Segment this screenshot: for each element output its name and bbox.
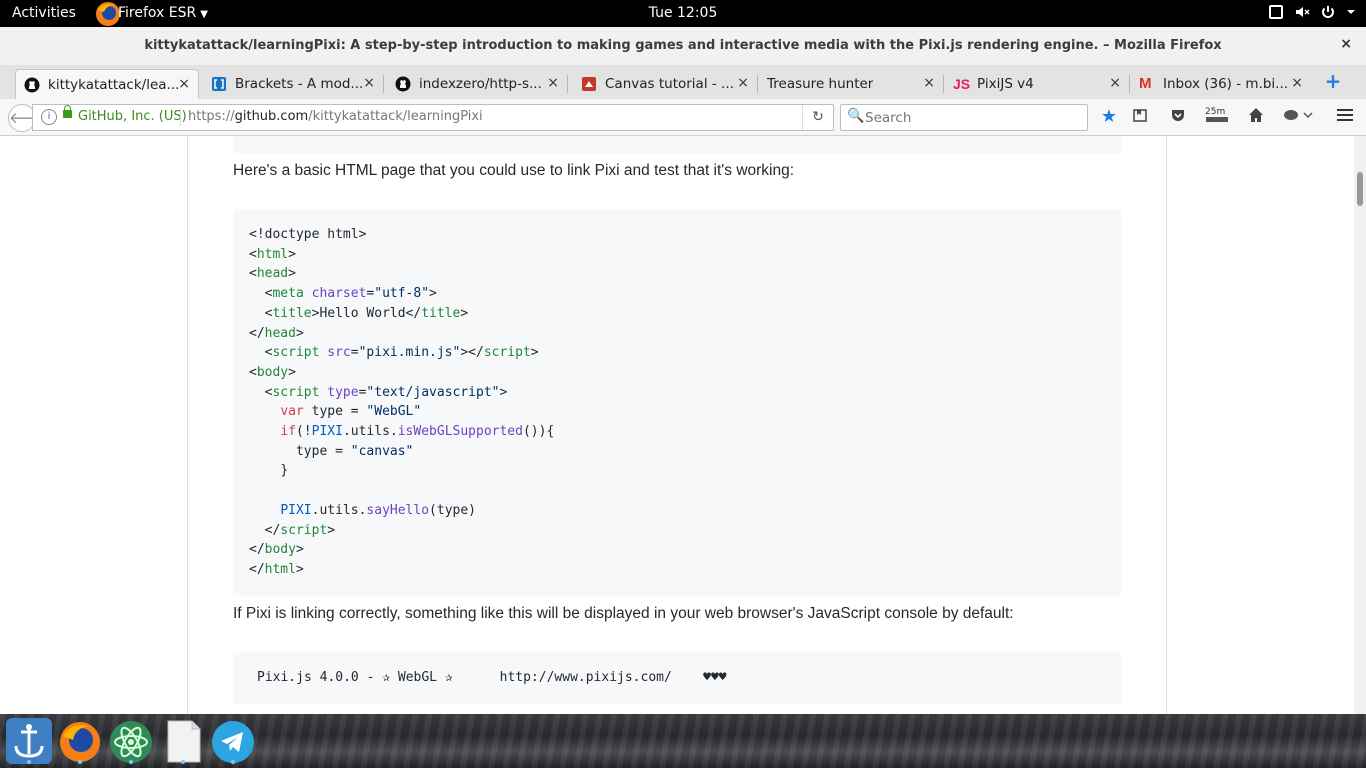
tab-label: Brackets - A mod...: [235, 76, 364, 92]
console-paragraph: If Pixi is linking correctly, something …: [233, 605, 1014, 622]
close-tab-icon[interactable]: ×: [547, 75, 559, 91]
tab-http-server[interactable]: indexzero/http-s... ×: [387, 69, 568, 99]
url-text[interactable]: https://github.com/kittykatattack/learni…: [188, 109, 483, 124]
page-scrollbar[interactable]: [1354, 136, 1366, 714]
taskbar-dock: [0, 714, 1366, 768]
pocket-icon[interactable]: [1167, 107, 1189, 127]
app-name: Firefox ESR: [118, 5, 197, 21]
mdn-icon: [582, 77, 596, 91]
clock[interactable]: Tue 12:05: [649, 5, 718, 21]
tab-strip: kittykatattack/lea... × Brackets - A mod…: [0, 65, 1366, 100]
extension-menu-icon[interactable]: [1280, 107, 1316, 127]
hamburger-menu-icon[interactable]: [1334, 107, 1356, 127]
anchor-app-icon[interactable]: [6, 718, 52, 764]
search-bar[interactable]: 🔍: [840, 104, 1088, 131]
gnome-top-bar: Activities Firefox ESR ▼ Tue 12:05: [0, 0, 1366, 27]
window-icon: [1269, 5, 1283, 19]
window-close-button[interactable]: ×: [1340, 36, 1352, 52]
tab-learningpixi[interactable]: kittykatattack/lea... ×: [15, 69, 199, 100]
tab-brackets[interactable]: Brackets - A mod... ×: [203, 69, 384, 99]
gmail-icon: M: [1139, 75, 1152, 92]
activities-button[interactable]: Activities: [12, 5, 76, 21]
power-icon: [1322, 6, 1334, 18]
new-tab-button[interactable]: +: [1323, 70, 1343, 92]
previous-code-block: [233, 136, 1121, 153]
telegram-icon[interactable]: [210, 718, 256, 764]
window-titlebar: kittykatattack/learningPixi: A step-by-s…: [0, 27, 1366, 66]
search-input[interactable]: [863, 106, 1077, 130]
info-icon[interactable]: i: [41, 109, 57, 125]
system-tray[interactable]: [1268, 4, 1356, 20]
tab-pixijs-v4[interactable]: JS PixiJS v4 ×: [945, 69, 1130, 99]
app-menu-button[interactable]: Firefox ESR ▼: [118, 5, 208, 21]
close-tab-icon[interactable]: ×: [1109, 75, 1121, 91]
home-icon[interactable]: [1245, 107, 1267, 127]
readme-article: Here's a basic HTML page that you could …: [187, 136, 1167, 714]
close-tab-icon[interactable]: ×: [737, 75, 749, 91]
github-icon: [395, 76, 411, 92]
window-title: kittykatattack/learningPixi: A step-by-s…: [144, 38, 1222, 53]
tab-label: Inbox (36) - m.bi...: [1163, 76, 1289, 92]
timer-extension-icon[interactable]: 25m: [1203, 107, 1231, 127]
github-icon: [24, 77, 40, 93]
console-output-text: Pixi.js 4.0.0 - ✰ WebGL ✰ http://www.pix…: [257, 670, 727, 685]
url-path: /kittykatattack/learningPixi: [308, 109, 483, 124]
tab-label: indexzero/http-s...: [419, 76, 542, 92]
tab-label: Canvas tutorial - ...: [605, 76, 734, 92]
lock-icon: [63, 105, 72, 118]
html-code-block: <!doctype html> <html> <head> <meta char…: [233, 209, 1121, 596]
tab-label: PixiJS v4: [977, 76, 1034, 92]
text-editor-icon[interactable]: [160, 718, 206, 764]
bookmarks-list-icon[interactable]: [1129, 107, 1151, 127]
scrollbar-thumb[interactable]: [1357, 172, 1363, 206]
tab-canvas-tutorial[interactable]: Canvas tutorial - ... ×: [573, 69, 758, 99]
bookmark-star-icon[interactable]: ★: [1098, 107, 1120, 127]
atom-editor-icon[interactable]: [108, 718, 154, 764]
close-tab-icon[interactable]: ×: [178, 76, 190, 92]
console-output-block: Pixi.js 4.0.0 - ✰ WebGL ✰ http://www.pix…: [233, 652, 1121, 704]
close-tab-icon[interactable]: ×: [923, 75, 935, 91]
tab-label: Treasure hunter: [767, 76, 874, 92]
url-bar[interactable]: i GitHub, Inc. (US) https://github.com/k…: [32, 104, 834, 131]
site-identity[interactable]: GitHub, Inc. (US): [78, 109, 187, 124]
close-tab-icon[interactable]: ×: [363, 75, 375, 91]
firefox-dock-icon[interactable]: [57, 718, 103, 764]
tab-treasure-hunter[interactable]: Treasure hunter ×: [759, 69, 944, 99]
tab-label: kittykatattack/lea...: [48, 77, 180, 93]
dropdown-caret-icon: ▼: [200, 9, 208, 20]
brackets-icon: [212, 77, 226, 91]
volume-muted-icon: [1296, 7, 1310, 17]
code-text: <!doctype html> <html> <head> <meta char…: [249, 227, 555, 577]
close-tab-icon[interactable]: ×: [1291, 75, 1303, 91]
navigation-toolbar: 🡐 i GitHub, Inc. (US) https://github.com…: [0, 99, 1366, 136]
intro-paragraph: Here's a basic HTML page that you could …: [233, 162, 795, 179]
menu-caret-icon: [1347, 10, 1355, 14]
url-domain: github.com: [234, 109, 309, 124]
search-icon: 🔍: [847, 108, 865, 124]
url-prefix: https://: [188, 109, 235, 124]
tab-gmail-inbox[interactable]: M Inbox (36) - m.bi... ×: [1131, 69, 1311, 99]
pixijs-icon: JS: [953, 76, 971, 92]
reload-icon[interactable]: ↻: [802, 105, 833, 130]
page-content: Here's a basic HTML page that you could …: [0, 136, 1354, 714]
